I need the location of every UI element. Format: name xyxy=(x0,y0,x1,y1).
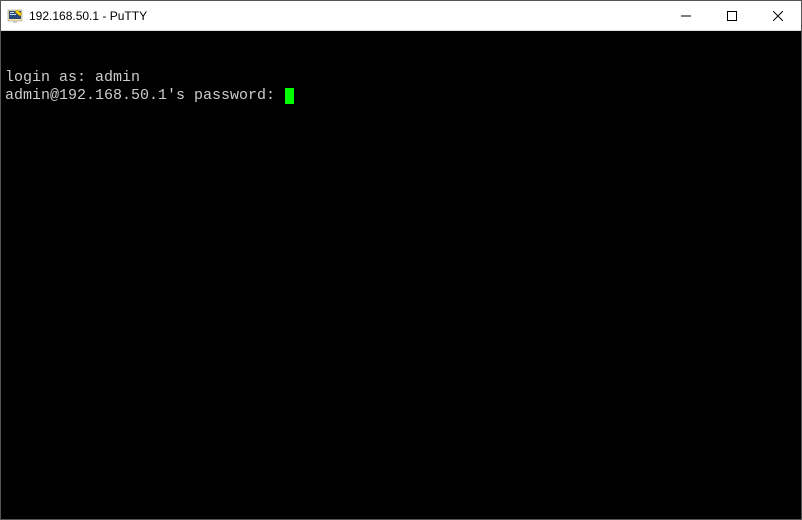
minimize-icon xyxy=(681,11,691,21)
window-title: 192.168.50.1 - PuTTY xyxy=(29,9,663,23)
close-icon xyxy=(773,11,783,21)
password-prompt-text: admin@192.168.50.1's password: xyxy=(5,87,284,104)
minimize-button[interactable] xyxy=(663,1,709,30)
terminal-line: login as: admin xyxy=(5,69,797,87)
putty-icon xyxy=(7,8,23,24)
login-prompt-text: login as: admin xyxy=(5,69,140,86)
titlebar[interactable]: 192.168.50.1 - PuTTY xyxy=(1,1,801,31)
terminal-line: admin@192.168.50.1's password: xyxy=(5,87,797,105)
terminal-cursor xyxy=(285,88,294,104)
maximize-icon xyxy=(727,11,737,21)
terminal-area[interactable]: login as: adminadmin@192.168.50.1's pass… xyxy=(1,31,801,519)
maximize-button[interactable] xyxy=(709,1,755,30)
window-controls xyxy=(663,1,801,30)
putty-window: 192.168.50.1 - PuTTY login as: adminadmi xyxy=(0,0,802,520)
close-button[interactable] xyxy=(755,1,801,30)
